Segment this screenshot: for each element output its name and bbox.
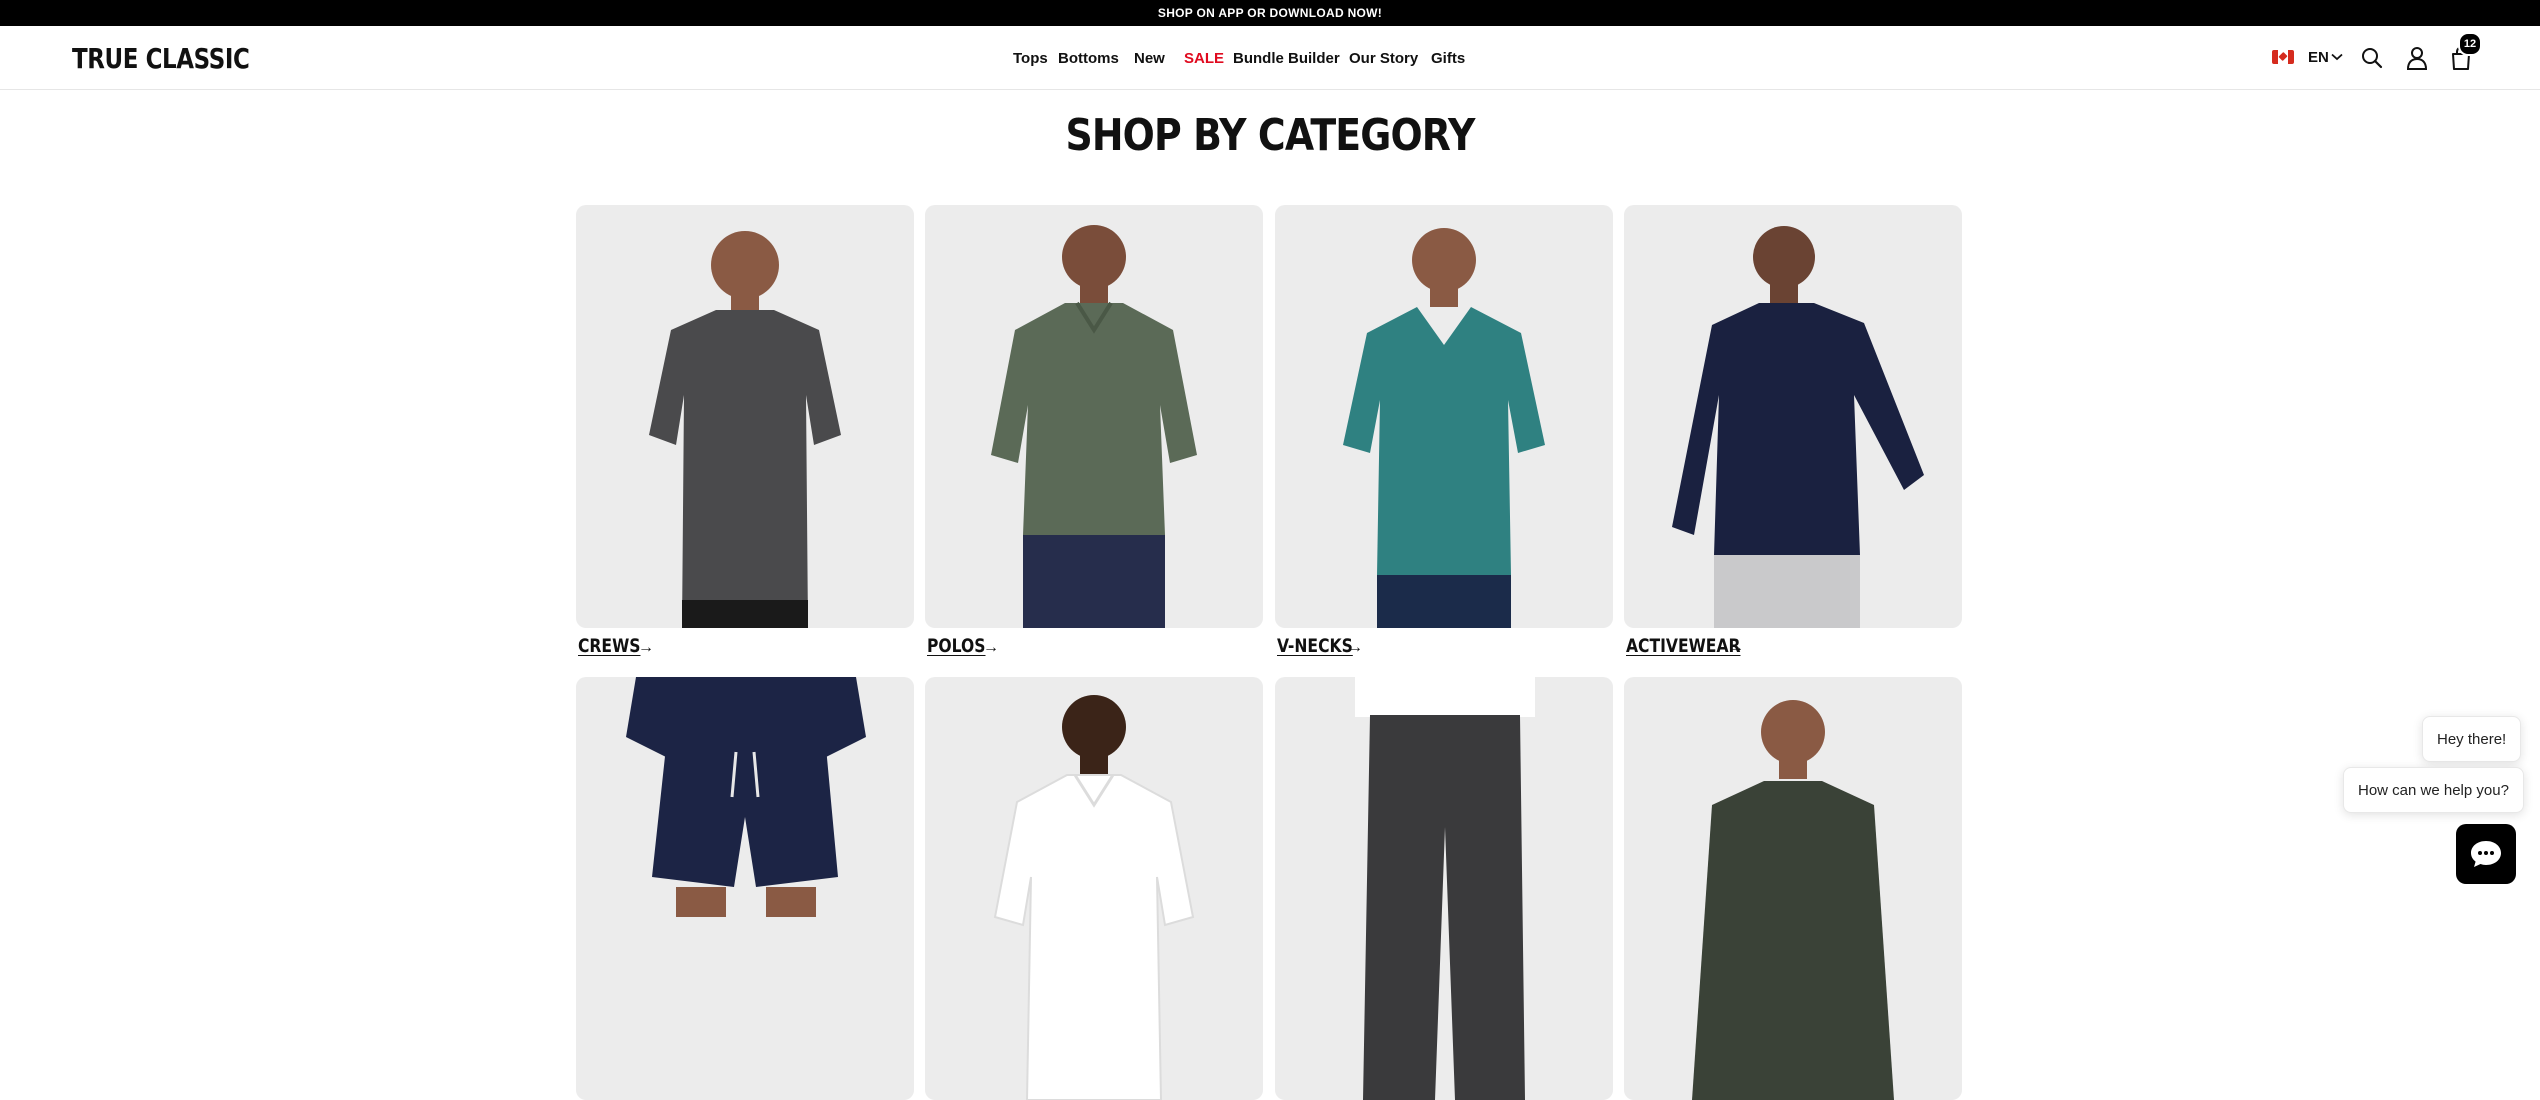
nav-item-bottoms[interactable]: Bottoms (1058, 50, 1119, 67)
chat-launcher-button[interactable] (2456, 824, 2516, 884)
category-card-polos[interactable]: POLOS → (925, 205, 1263, 657)
model-figure (649, 231, 841, 628)
nav-item-new[interactable]: New (1134, 50, 1165, 67)
nav-item-sale[interactable]: SALE (1184, 50, 1224, 67)
main-nav: Tops Bottoms New SALE Bundle Builder Our… (0, 26, 2540, 89)
model-figure (1355, 677, 1535, 1100)
chat-bubble-icon (2471, 841, 2501, 867)
canada-flag-icon[interactable] (2272, 50, 2294, 64)
category-link-crews[interactable]: CREWS (578, 635, 640, 657)
language-selector[interactable]: EN (2308, 49, 2329, 66)
category-card-long-sleeve[interactable] (1624, 677, 1962, 1100)
category-card-white-polo[interactable] (925, 677, 1263, 1100)
category-link-polos[interactable]: POLOS (927, 635, 986, 657)
chat-greeting-bubble[interactable]: Hey there! (2422, 716, 2522, 762)
category-card-pants[interactable] (1275, 677, 1613, 1100)
arrow-right-icon[interactable]: → (1347, 639, 1363, 657)
chat-prompt-bubble[interactable]: How can we help you? (2343, 767, 2524, 813)
chat-prompt-text: How can we help you? (2358, 781, 2509, 799)
nav-item-bundle-builder[interactable]: Bundle Builder (1233, 50, 1340, 67)
arrow-right-icon[interactable]: → (638, 639, 654, 657)
account-icon[interactable] (2404, 45, 2430, 71)
category-link-v-necks[interactable]: V-NECKS (1277, 635, 1353, 657)
model-figure (1692, 700, 1894, 1100)
model-figure (991, 225, 1197, 628)
category-card-shorts[interactable] (576, 677, 914, 1100)
cart-count-badge[interactable]: 12 (2458, 32, 2482, 56)
category-card-activewear[interactable]: ACTIVEWEAR → (1624, 205, 1962, 657)
nav-item-tops[interactable]: Tops (1013, 50, 1048, 67)
category-image-white-polo[interactable] (925, 677, 1263, 1100)
category-card-v-necks[interactable]: V-NECKS → (1275, 205, 1613, 657)
promo-bar[interactable]: SHOP ON APP OR DOWNLOAD NOW! (0, 0, 2540, 26)
arrow-right-icon[interactable]: → (1728, 639, 1744, 657)
category-image-shorts[interactable] (576, 677, 914, 1100)
site-header: TRUE CLASSIC Tops Bottoms New SALE Bundl… (0, 26, 2540, 90)
category-image-activewear[interactable] (1624, 205, 1962, 628)
category-card-crews[interactable]: CREWS → (576, 205, 914, 657)
category-image-long-sleeve[interactable] (1624, 677, 1962, 1100)
section-title: SHOP BY CATEGORY (1065, 110, 1475, 161)
category-image-pants[interactable] (1275, 677, 1613, 1100)
category-image-v-necks[interactable] (1275, 205, 1613, 628)
model-figure (626, 677, 866, 917)
arrow-right-icon[interactable]: → (983, 639, 999, 657)
category-link-activewear[interactable]: ACTIVEWEAR (1626, 635, 1741, 657)
nav-item-our-story[interactable]: Our Story (1349, 50, 1418, 67)
chevron-down-icon[interactable] (2331, 53, 2343, 61)
nav-item-gifts[interactable]: Gifts (1431, 50, 1465, 67)
category-image-crews[interactable] (576, 205, 914, 628)
chat-greeting-text: Hey there! (2437, 730, 2507, 748)
model-figure (1343, 228, 1545, 628)
category-image-polos[interactable] (925, 205, 1263, 628)
model-figure (993, 695, 1195, 1100)
model-figure (1672, 226, 1924, 628)
search-icon[interactable] (2359, 45, 2385, 71)
promo-text[interactable]: SHOP ON APP OR DOWNLOAD NOW! (1158, 6, 1382, 20)
